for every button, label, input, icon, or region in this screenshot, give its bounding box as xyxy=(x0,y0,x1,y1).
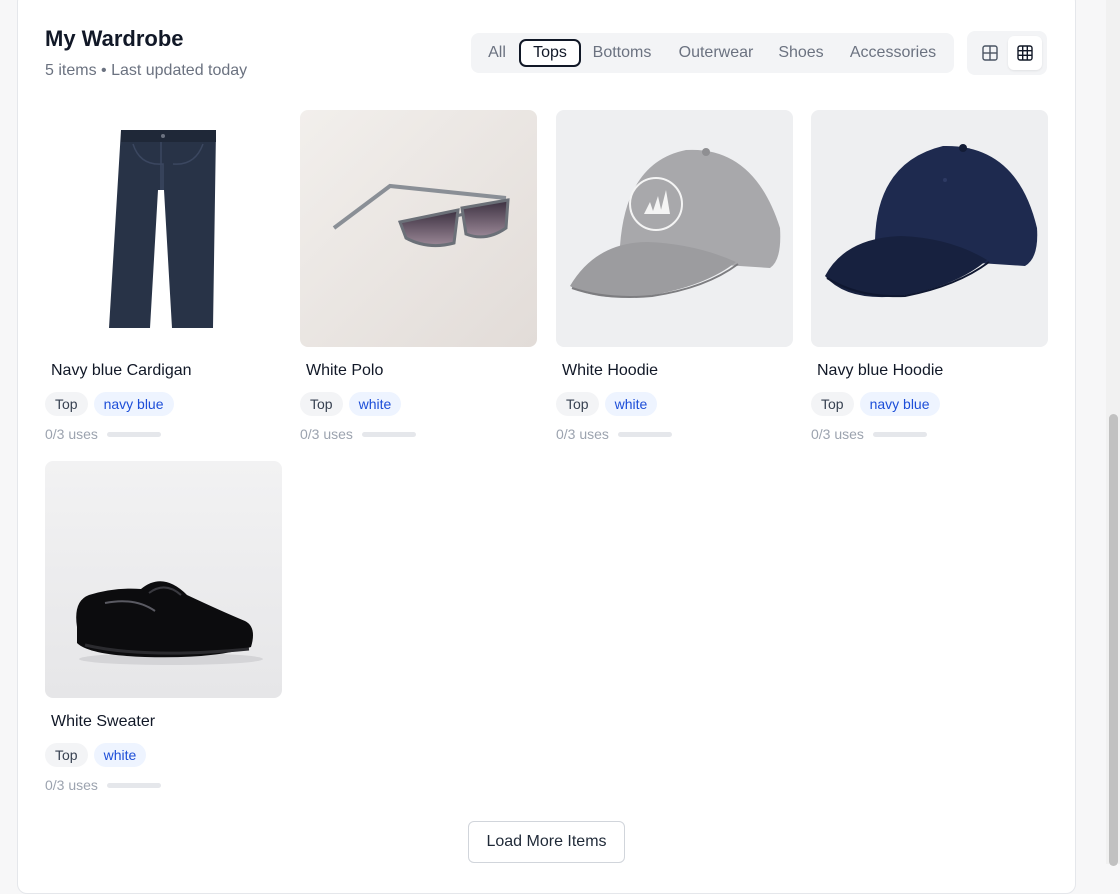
item-type-tag: Top xyxy=(45,743,88,767)
item-image xyxy=(45,110,282,347)
grid-3x3-icon xyxy=(1017,45,1033,61)
sunglasses-image xyxy=(300,110,537,347)
item-color-tag: white xyxy=(93,743,147,767)
navy-cap-image xyxy=(811,110,1048,347)
item-image xyxy=(556,110,793,347)
item-usage: 0/3 uses xyxy=(556,426,672,442)
usage-bar xyxy=(361,431,416,437)
item-tags: Top navy blue xyxy=(45,392,174,416)
usage-bar xyxy=(617,431,672,437)
item-type-tag: Top xyxy=(811,392,854,416)
page-title: My Wardrobe xyxy=(45,26,184,51)
filter-accessories[interactable]: Accessories xyxy=(844,39,942,67)
load-more-button[interactable]: Load More Items xyxy=(468,821,625,863)
item-name: White Sweater xyxy=(51,713,156,730)
item-image xyxy=(45,461,282,698)
item-type-tag: Top xyxy=(300,392,343,416)
item-color-tag: white xyxy=(604,392,658,416)
usage-label: 0/3 uses xyxy=(300,426,353,442)
item-usage: 0/3 uses xyxy=(45,777,161,793)
item-usage: 0/3 uses xyxy=(300,426,416,442)
large-grid-view-button[interactable] xyxy=(973,36,1007,70)
item-image xyxy=(300,110,537,347)
page-subtitle: 5 items • Last updated today xyxy=(45,62,248,79)
filter-shoes[interactable]: Shoes xyxy=(772,39,830,67)
item-name: Navy blue Cardigan xyxy=(51,362,192,379)
usage-label: 0/3 uses xyxy=(556,426,609,442)
item-name: White Polo xyxy=(306,362,384,379)
scrollbar-thumb[interactable] xyxy=(1109,414,1118,866)
item-usage: 0/3 uses xyxy=(811,426,927,442)
usage-label: 0/3 uses xyxy=(45,426,98,442)
usage-bar xyxy=(106,782,161,788)
item-tags: Top navy blue xyxy=(811,392,940,416)
usage-bar xyxy=(106,431,161,437)
item-type-tag: Top xyxy=(556,392,599,416)
filter-all[interactable]: All xyxy=(479,39,515,67)
view-toggle xyxy=(967,31,1047,75)
item-usage: 0/3 uses xyxy=(45,426,161,442)
item-tags: Top white xyxy=(45,743,147,767)
item-type-tag: Top xyxy=(45,392,88,416)
item-color-tag: navy blue xyxy=(93,392,174,416)
filter-tops[interactable]: Tops xyxy=(519,39,581,67)
item-color-tag: white xyxy=(348,392,402,416)
usage-bar xyxy=(872,431,927,437)
grey-cap-image xyxy=(556,110,793,347)
grid-2x2-icon xyxy=(982,45,998,61)
item-color-tag: navy blue xyxy=(859,392,940,416)
shoe-image xyxy=(45,461,282,698)
category-filter-bar: All Tops Bottoms Outerwear Shoes Accesso… xyxy=(471,33,954,73)
page-scrollbar[interactable] xyxy=(1106,0,1120,866)
item-tags: Top white xyxy=(556,392,658,416)
item-image xyxy=(811,110,1048,347)
item-name: Navy blue Hoodie xyxy=(817,362,944,379)
filter-bottoms[interactable]: Bottoms xyxy=(587,39,657,67)
item-tags: Top white xyxy=(300,392,402,416)
jeans-image xyxy=(45,110,282,347)
usage-label: 0/3 uses xyxy=(811,426,864,442)
compact-grid-view-button[interactable] xyxy=(1008,36,1042,70)
filter-outerwear[interactable]: Outerwear xyxy=(671,39,761,67)
usage-label: 0/3 uses xyxy=(45,777,98,793)
item-name: White Hoodie xyxy=(562,362,659,379)
